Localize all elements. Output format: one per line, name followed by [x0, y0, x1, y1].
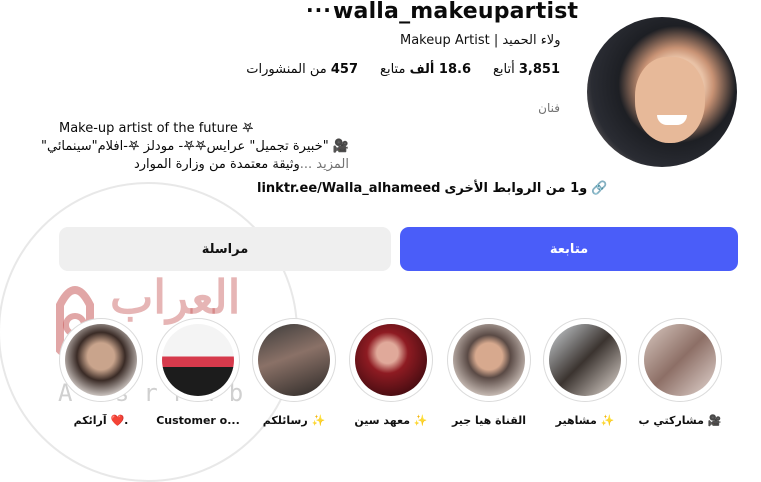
- highlight-ring: [543, 318, 627, 402]
- highlight-item[interactable]: القناة هيا جير: [446, 318, 532, 427]
- highlight-label: مشاركتي ب 🎥: [638, 414, 722, 427]
- profile-stats: 457 من المنشورات 18.6 ألف متابع 3,851 أت…: [246, 62, 560, 77]
- highlight-item[interactable]: رسائلكم ✨: [251, 318, 337, 427]
- highlight-ring: [252, 318, 336, 402]
- profile-avatar[interactable]: [587, 17, 737, 167]
- link-icon: 🔗: [591, 181, 608, 196]
- highlight-item[interactable]: مشاهير ✨: [542, 318, 628, 427]
- link-suffix: و1 من الروابط الأخرى: [444, 181, 588, 196]
- highlight-cover: [258, 324, 330, 396]
- bio-more-link[interactable]: المزيد ...: [300, 157, 349, 172]
- highlight-ring: [349, 318, 433, 402]
- posts-count[interactable]: 457 من المنشورات: [246, 62, 358, 77]
- follow-button[interactable]: متابعة: [400, 227, 738, 271]
- message-button[interactable]: مراسلة: [59, 227, 391, 271]
- profile-username: walla_makeupartist: [333, 0, 579, 24]
- watermark-logo-text: العراب: [110, 270, 241, 324]
- highlight-cover: [355, 324, 427, 396]
- highlight-cover: [549, 324, 621, 396]
- profile-bio: Make-up artist of the future 𖤐 🎥 "خبيرة …: [41, 120, 359, 174]
- highlight-ring: [59, 318, 143, 402]
- highlight-ring: [156, 318, 240, 402]
- followers-count[interactable]: 18.6 ألف متابع: [380, 62, 471, 77]
- following-count[interactable]: 3,851 أتابع: [493, 62, 560, 77]
- bio-line-1: Make-up artist of the future 𖤐: [59, 121, 254, 136]
- highlight-item[interactable]: مشاركتي ب 🎥: [637, 318, 723, 427]
- highlight-cover: [65, 324, 137, 396]
- profile-link[interactable]: 🔗 و1 من الروابط الأخرى linktr.ee/Walla_a…: [257, 181, 607, 196]
- highlight-item[interactable]: معهد سين ✨: [348, 318, 434, 427]
- highlight-label: رسائلكم ✨: [262, 414, 326, 427]
- highlight-cover: [644, 324, 716, 396]
- highlight-label: معهد سين ✨: [354, 414, 428, 427]
- highlight-cover: [453, 324, 525, 396]
- highlight-ring: [638, 318, 722, 402]
- highlight-label: آرائكم ❤️.: [73, 414, 129, 427]
- highlight-cover: [162, 324, 234, 396]
- profile-category: فنان: [538, 101, 560, 115]
- bio-line-2: 🎥 "خبيرة تجميل" عرايس𖤐𖤐- مودلز 𖤐-افلام"س…: [41, 139, 349, 154]
- more-options-button[interactable]: ···: [306, 0, 332, 22]
- bio-line-3: وثيقة معتمدة من وزارة الموارد: [133, 157, 300, 172]
- highlight-label: مشاهير ✨: [555, 414, 615, 427]
- highlight-label: القناة هيا جير: [451, 414, 527, 427]
- link-url: linktr.ee/Walla_alhameed: [257, 181, 441, 196]
- bio-line-3-wrapper: المزيد ...وثيقة معتمدة من وزارة الموارد: [59, 156, 349, 174]
- highlight-ring: [447, 318, 531, 402]
- highlight-item[interactable]: Customer o...: [155, 318, 241, 427]
- highlight-label: Customer o...: [156, 414, 240, 427]
- highlight-item[interactable]: آرائكم ❤️.: [58, 318, 144, 427]
- profile-full-name: ولاء الحميد | Makeup Artist: [400, 33, 561, 48]
- avatar-face: [635, 57, 705, 143]
